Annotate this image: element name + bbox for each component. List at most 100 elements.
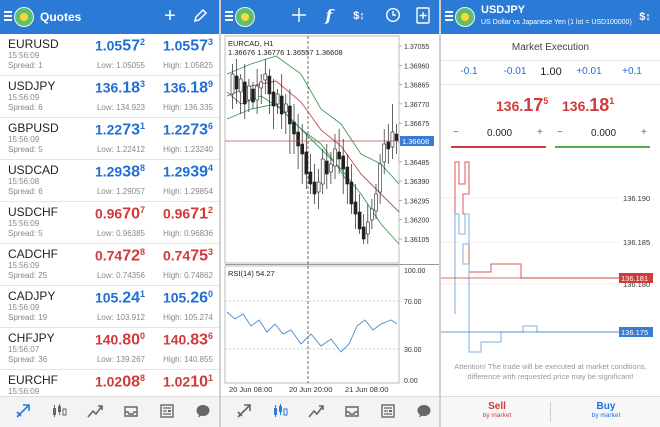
candle-body <box>349 181 354 205</box>
chat-icon[interactable] <box>194 403 212 421</box>
buy-button[interactable]: Buy by market <box>552 401 660 419</box>
add-symbol-icon[interactable]: + <box>160 6 180 26</box>
trade-icon[interactable]: $↕ <box>634 8 656 26</box>
high-price: High: 105.274 <box>163 313 213 322</box>
price-chart[interactable]: EURCAD, H1 1.36676 1.36776 1.36557 1.366… <box>221 34 439 397</box>
edit-icon[interactable] <box>191 8 209 29</box>
trade-icon[interactable]: $↕ <box>349 7 369 25</box>
quote-time: 15:56:07 <box>8 345 40 354</box>
sl-plus-button[interactable]: + <box>537 127 543 138</box>
tp-plus-button[interactable]: + <box>641 127 647 138</box>
take-profit-field[interactable]: − 0.000 + <box>555 124 650 148</box>
quote-row-cadjpy[interactable]: CADJPY 15:56:09 Spread: 19 105.241 105.260 Lo… <box>0 286 219 328</box>
bottom-navigation <box>0 396 219 427</box>
inbox-icon[interactable] <box>343 403 361 421</box>
menu-icon[interactable] <box>4 11 12 23</box>
sell-buy-bar: Sell by market Buy by market <box>441 396 660 427</box>
timeframe-clock-icon[interactable] <box>384 7 402 28</box>
trend-icon[interactable] <box>86 403 104 421</box>
volume-value[interactable]: 1.00 <box>531 66 571 78</box>
candle-body <box>267 75 272 95</box>
candle-body <box>333 148 337 167</box>
quote-time: 15:56:08 <box>8 177 40 186</box>
crosshair-icon[interactable] <box>289 7 309 28</box>
menu-icon[interactable] <box>225 11 233 23</box>
candle-body <box>300 143 304 155</box>
candle-body <box>357 211 362 230</box>
quotes-top-bar: Quotes + <box>0 0 219 34</box>
chart-candles-icon[interactable] <box>50 403 68 421</box>
menu-icon[interactable] <box>445 11 453 23</box>
stop-loss-field[interactable]: − 0.000 + <box>451 124 546 148</box>
divider <box>550 402 551 422</box>
new-order-icon[interactable] <box>414 7 432 29</box>
volume-minus-0.1-button[interactable]: -0.1 <box>449 66 489 77</box>
high-price: High: 140.855 <box>163 355 213 364</box>
sell-button[interactable]: Sell by market <box>443 401 551 419</box>
time-tick-label: 20 Jun 08:00 <box>229 385 272 394</box>
candle-body <box>312 181 317 195</box>
bottom-navigation <box>221 396 439 427</box>
buy-sublabel: by market <box>591 412 621 419</box>
candle-body <box>353 201 358 215</box>
quotes-icon[interactable] <box>235 403 253 421</box>
candle-body <box>361 226 366 240</box>
tick-price-label: 136.190 <box>623 194 650 203</box>
bid-price: 105.241 <box>94 289 145 307</box>
low-price: Low: 1.29057 <box>96 187 145 196</box>
tick-grid: 136.190136.185136.180 <box>441 194 650 289</box>
news-icon[interactable] <box>158 403 176 421</box>
candle-body <box>374 193 378 212</box>
trade-symbol-description: US Dollar vs Japanese Yen (1 lot = USD10… <box>481 19 632 26</box>
inbox-icon[interactable] <box>122 403 140 421</box>
chat-icon[interactable] <box>415 403 433 421</box>
bid-price: 140.800 <box>94 331 145 349</box>
ask-price: 0.96712 <box>162 205 213 223</box>
ask-price: 1.29394 <box>162 163 213 181</box>
symbol-name: GBPUSD <box>8 121 59 135</box>
bid-tick-line <box>454 213 619 353</box>
volume-minus-0.01-button[interactable]: -0.01 <box>495 66 535 77</box>
execution-type-select[interactable]: Market Execution <box>441 36 660 61</box>
low-price: Low: 139.267 <box>96 355 145 364</box>
news-icon[interactable] <box>379 403 397 421</box>
time-axis: 20 Jun 08:00 20 Jun 20:00 21 Jun 08:00 <box>229 385 388 394</box>
bid-price: 1.29388 <box>94 163 145 181</box>
quotes-icon[interactable] <box>14 403 32 421</box>
quote-row-cadchf[interactable]: CADCHF 15:56:09 Spread: 25 0.74728 0.74753 Lo… <box>0 244 219 286</box>
bid-price: 0.96707 <box>94 205 145 223</box>
quote-row-usdcad[interactable]: USDCAD 15:56:08 Spread: 6 1.29388 1.29394 Low… <box>0 160 219 202</box>
trend-icon[interactable] <box>307 403 325 421</box>
sl-minus-button[interactable]: − <box>453 127 459 138</box>
rsi-tick-label: 30.00 <box>404 347 422 354</box>
quote-row-chfjpy[interactable]: CHFJPY 15:56:07 Spread: 36 140.800 140.836 Lo… <box>0 328 219 370</box>
candle-body <box>304 151 309 175</box>
spread-value: Spread: 1 <box>8 61 43 70</box>
candle-body <box>271 91 276 107</box>
buy-label: Buy <box>596 401 616 412</box>
candle-body <box>230 73 235 95</box>
volume-plus-0.01-button[interactable]: +0.01 <box>569 66 609 77</box>
indicators-icon[interactable]: f <box>320 7 338 25</box>
symbol-name: CADCHF <box>8 247 58 261</box>
symbol-name: CADJPY <box>8 289 56 303</box>
candle-body <box>242 81 247 105</box>
volume-plus-0.1-button[interactable]: +0.1 <box>612 66 652 77</box>
tp-minus-button[interactable]: − <box>557 127 563 138</box>
sl-value[interactable]: 0.000 <box>487 128 512 139</box>
ask-price: 136.189 <box>162 79 213 97</box>
quote-row-gbpusd[interactable]: GBPUSD 15:56:09 Spread: 5 1.22731 1.22736 Low… <box>0 118 219 160</box>
price-tick-label: 1.36485 <box>404 160 429 167</box>
tp-value[interactable]: 0.000 <box>591 128 616 139</box>
quote-row-usdjpy[interactable]: USDJPY 15:56:09 Spread: 6 136.183 136.189 Low… <box>0 76 219 118</box>
rsi-label: RSI(14) 54.27 <box>228 269 275 278</box>
divider <box>441 84 660 85</box>
high-price: High: 0.96836 <box>163 229 213 238</box>
chart-candles-icon[interactable] <box>271 403 289 421</box>
quote-row-eurusd[interactable]: EURUSD 15:56:09 Spread: 1 1.05572 1.05573 Low… <box>0 34 219 76</box>
sell-sublabel: by market <box>482 412 512 419</box>
candle-body <box>316 181 321 193</box>
price-tick-label: 1.36295 <box>404 198 429 205</box>
quote-row-usdchf[interactable]: USDCHF 15:56:09 Spread: 5 0.96707 0.96712 Low… <box>0 202 219 244</box>
candle-body <box>263 73 268 81</box>
